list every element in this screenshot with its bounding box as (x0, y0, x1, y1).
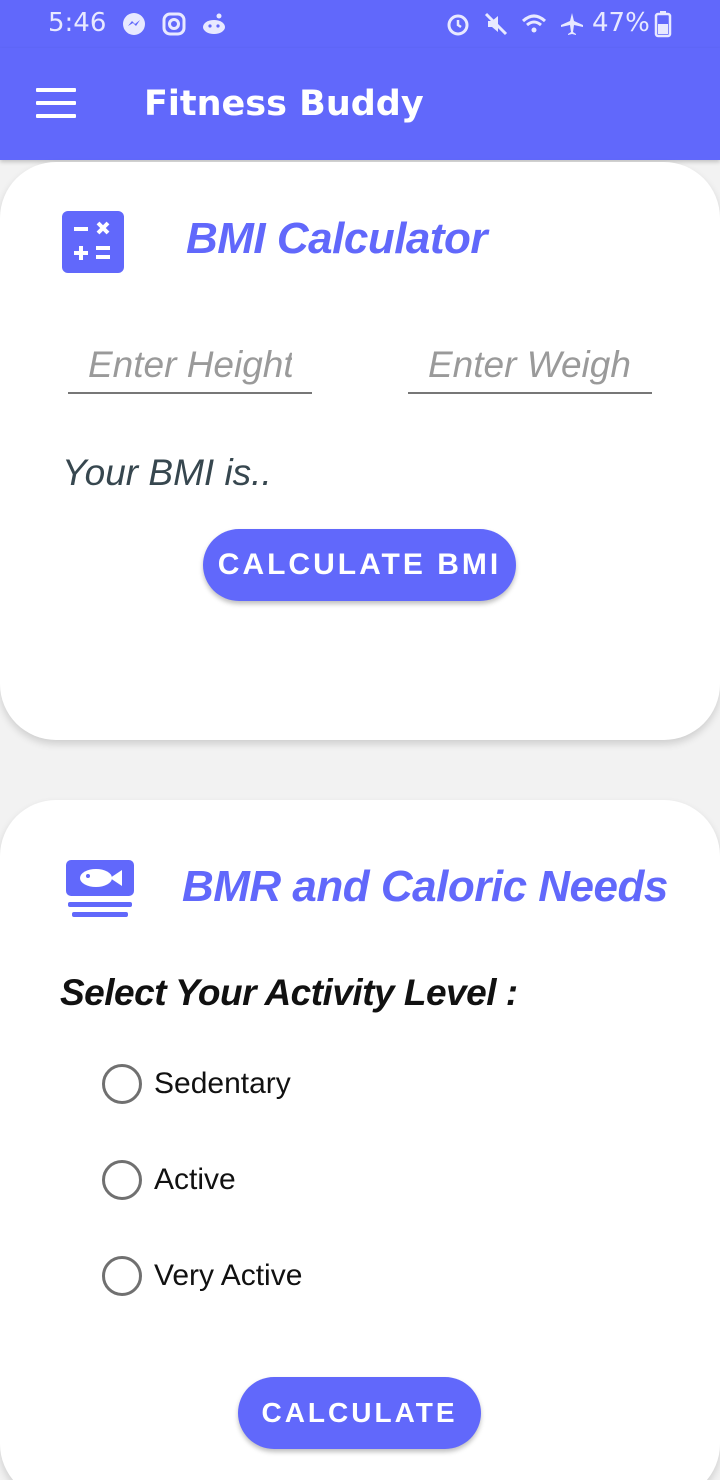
calculator-icon (62, 211, 124, 273)
radio-circle[interactable] (102, 1064, 142, 1104)
bmi-card-title: BMI Calculator (186, 214, 488, 263)
radio-option-active[interactable]: Active (102, 1160, 236, 1200)
mute-icon (484, 12, 508, 36)
radio-label: Sedentary (154, 1067, 291, 1100)
calculate-button[interactable]: CALCULATE (238, 1377, 481, 1449)
system-icons (444, 10, 586, 38)
battery-icon (654, 11, 672, 38)
wifi-icon (521, 14, 547, 33)
height-input[interactable] (68, 338, 312, 394)
bmi-calculator-card: BMI Calculator Your BMI is.. CALCULATE B… (0, 162, 720, 740)
battery-percent: 47% (592, 8, 650, 38)
activity-level-heading: Select Your Activity Level : (60, 972, 518, 1013)
bmr-caloric-needs-card: BMR and Caloric Needs Select Your Activi… (0, 800, 720, 1480)
reddit-icon (203, 13, 225, 34)
radio-circle[interactable] (102, 1160, 142, 1200)
app-bar: Fitness Buddy (0, 48, 720, 160)
status-time: 5:46 (48, 8, 107, 38)
calculate-bmi-button[interactable]: CALCULATE BMI (203, 529, 516, 601)
airplane-icon (561, 13, 583, 35)
bmr-card-title: BMR and Caloric Needs (182, 862, 668, 911)
messenger-icon (123, 13, 145, 35)
radio-option-sedentary[interactable]: Sedentary (102, 1064, 291, 1104)
radio-circle[interactable] (102, 1256, 142, 1296)
weight-input[interactable] (408, 338, 652, 394)
radio-label: Active (154, 1163, 236, 1196)
radio-option-very-active[interactable]: Very Active (102, 1256, 302, 1296)
hamburger-menu-icon[interactable] (36, 88, 76, 118)
radio-label: Very Active (154, 1259, 303, 1292)
status-bar: 5:46 47% (0, 0, 720, 48)
alarm-icon (447, 14, 469, 36)
fish-plate-icon (66, 860, 134, 917)
bmi-result-text: Your BMI is.. (62, 452, 272, 493)
app-title: Fitness Buddy (144, 84, 424, 124)
instagram-icon (162, 12, 186, 36)
notification-icons (120, 10, 228, 38)
